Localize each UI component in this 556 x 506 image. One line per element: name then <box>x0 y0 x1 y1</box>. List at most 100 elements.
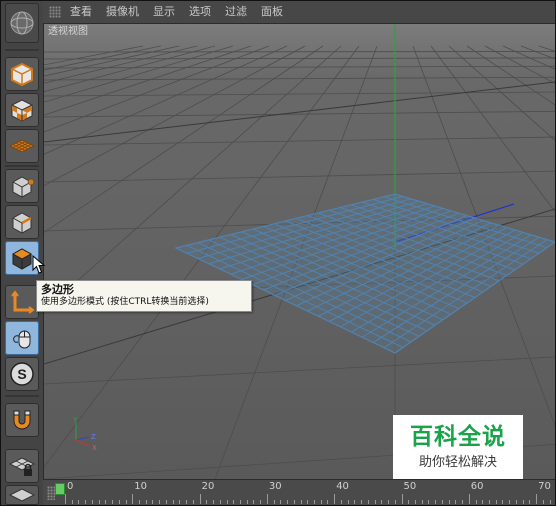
tooltip: 多边形 使用多边形模式 (按住CTRL转换当前选择) <box>36 280 252 312</box>
timeline-tick <box>394 500 396 504</box>
timeline-tick <box>260 500 262 504</box>
lock-workplane-button[interactable] <box>5 449 39 483</box>
toolbar-separator <box>5 165 39 167</box>
lock-grid-icon <box>8 457 36 476</box>
left-toolbar: S <box>1 1 44 505</box>
timeline-tick <box>253 500 255 504</box>
timeline-tick <box>152 500 154 504</box>
timeline-tick <box>529 500 531 504</box>
timeline-label: 70 <box>538 481 551 492</box>
timeline-label: 20 <box>201 481 215 492</box>
toolbar-separator <box>5 49 39 51</box>
timeline-tick <box>246 500 248 504</box>
timeline-tick <box>192 500 194 504</box>
timeline-tick <box>482 500 484 504</box>
timeline-tick <box>125 500 127 504</box>
timeline-tick <box>307 500 309 504</box>
timeline-tick <box>320 500 322 504</box>
timeline-tick <box>536 494 538 504</box>
timeline-tick <box>266 494 268 504</box>
timeline-tick <box>549 500 551 504</box>
menu-options[interactable]: 选项 <box>189 5 211 19</box>
timeline-tick <box>441 500 443 504</box>
timeline-tick <box>65 494 66 504</box>
menu-filter[interactable]: 过滤 <box>225 5 247 19</box>
timeline-tick <box>199 494 201 504</box>
timeline-label: 40 <box>336 481 349 492</box>
points-mode-button[interactable] <box>5 169 39 203</box>
texture-mode-button[interactable] <box>5 93 39 127</box>
timeline-tick <box>401 494 403 504</box>
view-label: 透视视图 <box>48 26 88 37</box>
timeline-ruler[interactable]: 0 10 20 30 40 50 60 70 <box>43 479 555 505</box>
timeline-grip-icon[interactable] <box>47 486 55 500</box>
timeline-tick <box>502 500 504 504</box>
timeline-tick <box>408 500 410 504</box>
timeline-tick <box>462 500 464 504</box>
menubar-grip-icon[interactable] <box>49 6 61 18</box>
timeline-tick <box>287 500 289 504</box>
timeline-tick <box>172 500 174 504</box>
workplane-mode-button[interactable] <box>5 129 39 163</box>
current-frame-marker[interactable] <box>55 483 65 495</box>
timeline-tick <box>421 500 423 504</box>
timeline-tick <box>361 500 363 504</box>
timeline-tick <box>213 500 215 504</box>
timeline-tick <box>85 500 87 504</box>
timeline-label: 60 <box>470 481 484 492</box>
timeline-tick <box>388 500 390 504</box>
timeline-tick <box>300 500 302 504</box>
timeline-tick <box>314 500 315 504</box>
watermark-subtitle: 助你轻松解决 <box>418 455 497 470</box>
app-logo-icon <box>5 3 39 43</box>
timeline-tick <box>280 500 282 504</box>
cube-outline-icon <box>11 62 33 87</box>
axis-mode-button[interactable] <box>5 285 39 319</box>
timeline-tick <box>91 500 93 504</box>
timeline-tick <box>165 500 167 504</box>
magnet-icon <box>13 410 31 430</box>
timeline-tick <box>233 500 235 504</box>
cube-points-icon <box>12 176 35 198</box>
timeline-tick <box>367 500 369 504</box>
svg-text:S: S <box>17 366 26 382</box>
timeline-tick <box>455 500 457 504</box>
model-mode-button[interactable] <box>5 57 39 91</box>
timeline-tick <box>495 500 497 504</box>
timeline-tick <box>78 500 80 504</box>
edges-mode-button[interactable] <box>5 205 39 239</box>
menu-panel[interactable]: 面板 <box>261 5 283 19</box>
timeline-tick <box>340 500 342 504</box>
axis-corner-icon <box>11 290 35 314</box>
checker-cube-icon <box>11 99 33 122</box>
snap-toggle-button[interactable]: S <box>5 357 39 391</box>
timeline-tick <box>219 500 221 504</box>
cube-edges-icon <box>12 212 32 234</box>
viewport-canvas[interactable]: Y Z X <box>44 24 555 479</box>
gizmo-x-label: X <box>92 444 97 452</box>
timeline-label: 0 <box>67 481 74 492</box>
timeline-tick <box>132 494 134 504</box>
timeline-tick <box>428 500 430 504</box>
menu-view[interactable]: 查看 <box>70 5 92 19</box>
tooltip-title: 多边形 <box>41 283 74 296</box>
grid-plane-icon <box>8 139 36 153</box>
grid-icon <box>8 488 36 502</box>
perspective-viewport[interactable]: Y Z X 透视视图 <box>44 24 555 479</box>
tooltip-description: 使用多边形模式 (按住CTRL转换当前选择) <box>41 297 209 307</box>
timeline-tick <box>206 500 208 504</box>
tweak-mode-button[interactable] <box>5 321 39 355</box>
gizmo-z-label: Z <box>91 433 96 441</box>
menu-camera[interactable]: 摄像机 <box>106 5 139 19</box>
menu-display[interactable]: 显示 <box>153 5 175 19</box>
magnet-tool-button[interactable] <box>5 403 39 437</box>
grid-plane-button[interactable] <box>5 485 39 505</box>
timeline-tick <box>139 500 141 504</box>
timeline-tick <box>186 500 188 504</box>
timeline-tick <box>98 500 100 504</box>
timeline-tick <box>105 500 107 504</box>
toolbar-separator <box>5 395 39 397</box>
timeline-tick <box>488 500 490 504</box>
timeline-tick <box>71 500 73 504</box>
timeline-tick <box>347 500 349 504</box>
